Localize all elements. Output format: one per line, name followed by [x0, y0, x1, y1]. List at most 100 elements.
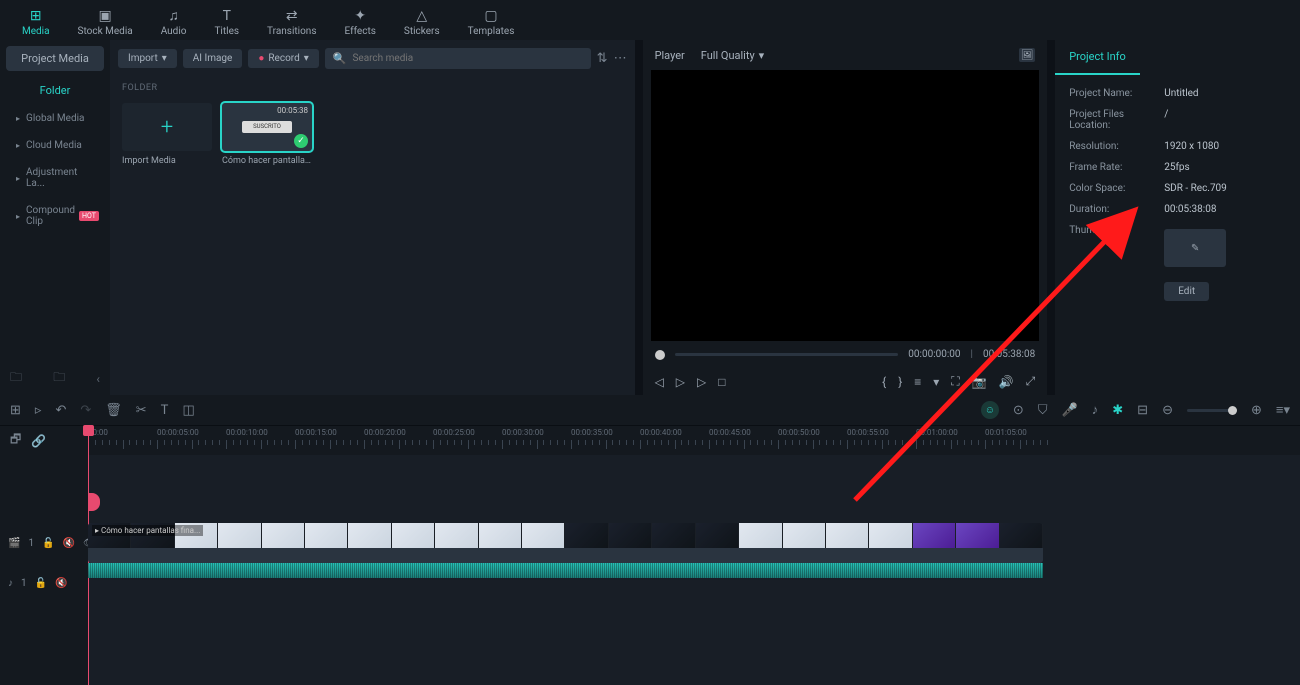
- tab-templates[interactable]: ▢Templates: [454, 4, 529, 40]
- sidebar-compound-clip[interactable]: Compound Clip: [6, 198, 104, 234]
- folder-add-icon[interactable]: 🗀: [10, 368, 22, 389]
- tracks-area[interactable]: ▸ Cómo hacer pantallas fina...: [88, 455, 1300, 685]
- info-value: 25fps: [1164, 162, 1190, 173]
- camera-icon[interactable]: 📷: [972, 375, 987, 389]
- player-label: Player: [655, 49, 685, 62]
- check-icon: ✓: [294, 134, 308, 148]
- project-info-tab[interactable]: Project Info: [1055, 40, 1140, 75]
- project-info-panel: Project Info Project Name:Untitled Proje…: [1055, 40, 1300, 395]
- chevron-down-icon: ▾: [759, 49, 765, 62]
- folder-icon[interactable]: 🗀: [53, 368, 65, 389]
- titles-icon: T: [218, 8, 236, 24]
- speed-icon[interactable]: ⊙: [1013, 403, 1024, 418]
- top-tab-bar: ⊞Media ▣Stock Media ♫Audio TTitles ⇄Tran…: [0, 0, 1300, 40]
- adjust-icon[interactable]: ⊟: [1137, 403, 1148, 418]
- thumbnail-edit-box[interactable]: ✎: [1164, 229, 1226, 267]
- media-browser: Import▾ AI Image ●Record▾ 🔍 ⇅ ⋯ FOLDER +…: [110, 40, 635, 395]
- current-time: 00:00:00:00: [908, 349, 960, 360]
- cut-icon[interactable]: ✂: [136, 403, 147, 418]
- ai-image-button[interactable]: AI Image: [183, 49, 243, 68]
- sidebar-adjustment-layer[interactable]: Adjustment La...: [6, 160, 104, 196]
- fullscreen-icon[interactable]: ⛶: [951, 374, 959, 389]
- video-viewport[interactable]: [651, 70, 1040, 341]
- edit-button[interactable]: Edit: [1164, 282, 1209, 301]
- audio-waveform[interactable]: [88, 563, 1043, 578]
- sidebar-global-media[interactable]: Global Media: [6, 106, 104, 131]
- record-dropdown[interactable]: ●Record▾: [248, 49, 318, 68]
- crop-icon[interactable]: ◫: [182, 403, 194, 418]
- mark-out-icon[interactable]: }: [898, 375, 902, 389]
- import-media-tile[interactable]: + Import Media: [122, 103, 212, 171]
- snapshot-icon[interactable]: 🖼: [1019, 48, 1035, 62]
- more-icon[interactable]: ⋯: [614, 51, 627, 66]
- video-clip[interactable]: ▸ Cómo hacer pantallas fina...: [88, 523, 1043, 563]
- delete-icon[interactable]: 🗑: [105, 403, 122, 418]
- transitions-icon: ⇄: [283, 8, 301, 24]
- tab-audio[interactable]: ♫Audio: [147, 4, 201, 40]
- color-icon[interactable]: ✱: [1112, 403, 1123, 418]
- collapse-icon[interactable]: ‹: [96, 372, 100, 386]
- tab-stock-media[interactable]: ▣Stock Media: [64, 4, 147, 40]
- media-sidebar: Project Media Folder Global Media Cloud …: [0, 40, 110, 395]
- folder-link[interactable]: Folder: [0, 77, 110, 104]
- view-options-icon[interactable]: ≡▾: [1276, 402, 1290, 418]
- import-dropdown[interactable]: Import▾: [118, 49, 177, 68]
- timeline-header: 🗗 🔗 00:0000:00:05:0000:00:10:0000:00:15:…: [0, 425, 1300, 455]
- plus-icon: +: [161, 115, 173, 140]
- scrub-track[interactable]: [675, 353, 899, 356]
- pencil-icon: ✎: [1191, 243, 1199, 254]
- sidebar-cloud-media[interactable]: Cloud Media: [6, 133, 104, 158]
- effects-icon: ✦: [351, 8, 369, 24]
- play-pause-icon[interactable]: ▷: [676, 375, 685, 389]
- grid-icon[interactable]: ⊞: [10, 403, 21, 418]
- tab-effects[interactable]: ✦Effects: [331, 4, 390, 40]
- in-marker[interactable]: [88, 493, 100, 511]
- chevron-down-icon[interactable]: ▾: [933, 375, 939, 389]
- folder-header: FOLDER: [118, 77, 627, 99]
- zoom-out-icon[interactable]: ⊖: [1162, 403, 1173, 418]
- info-key: Project Files Location:: [1069, 109, 1164, 131]
- volume-icon[interactable]: 🔊: [999, 375, 1014, 389]
- prev-frame-icon[interactable]: ◁: [655, 375, 664, 389]
- media-clip-tile[interactable]: 00:05:38 SUSCRITO ✓ Cómo hacer pantallas…: [222, 103, 312, 171]
- audio-icon: ♫: [165, 8, 183, 24]
- smiley-icon[interactable]: ☺: [981, 401, 999, 419]
- mark-in-icon[interactable]: {: [882, 375, 886, 389]
- video-track-head[interactable]: 🎬1 🔓 🔇 👁: [0, 523, 88, 563]
- zoom-slider[interactable]: [1187, 409, 1237, 412]
- tab-titles[interactable]: TTitles: [200, 4, 253, 40]
- filter-icon[interactable]: ⇅: [597, 51, 608, 66]
- tab-transitions[interactable]: ⇄Transitions: [253, 4, 330, 40]
- timeline-ruler[interactable]: 00:0000:00:05:0000:00:10:0000:00:15:0000…: [88, 426, 1300, 455]
- expand-icon[interactable]: ⤢: [1026, 374, 1036, 389]
- scrub-handle[interactable]: [655, 350, 665, 360]
- mute-icon[interactable]: 🔇: [55, 578, 67, 589]
- quality-dropdown[interactable]: Full Quality▾: [701, 49, 764, 62]
- track-headers: 🎬1 🔓 🔇 👁 ♪1 🔓 🔇: [0, 455, 88, 685]
- tab-stickers[interactable]: △Stickers: [390, 4, 454, 40]
- project-media-button[interactable]: Project Media: [6, 46, 104, 71]
- undo-icon[interactable]: ↶: [55, 403, 66, 418]
- stop-icon[interactable]: □: [718, 375, 725, 389]
- player-panel: Player Full Quality▾ 🖼 00:00:00:00 | 00:…: [643, 40, 1048, 395]
- shield-icon[interactable]: ⛉: [1038, 403, 1048, 418]
- markers-icon[interactable]: ≡: [914, 375, 921, 389]
- music-icon[interactable]: ♪: [1092, 402, 1099, 418]
- cursor-icon[interactable]: ▹: [35, 403, 42, 418]
- info-value: SDR - Rec.709: [1164, 183, 1227, 194]
- text-icon[interactable]: T: [161, 403, 169, 418]
- audio-track-head[interactable]: ♪1 🔓 🔇: [0, 563, 88, 603]
- redo-icon[interactable]: ↷: [80, 403, 91, 418]
- info-key: Resolution:: [1069, 141, 1164, 152]
- play-icon[interactable]: ▷: [697, 375, 706, 389]
- search-media-input[interactable]: 🔍: [325, 48, 591, 69]
- zoom-in-icon[interactable]: ⊕: [1251, 403, 1262, 418]
- chain-icon[interactable]: 🔗: [31, 434, 46, 448]
- lock-icon[interactable]: 🔓: [35, 578, 47, 589]
- lock-icon[interactable]: 🔓: [42, 538, 54, 549]
- mic-icon[interactable]: 🎤: [1062, 403, 1078, 418]
- tab-media[interactable]: ⊞Media: [8, 4, 64, 40]
- chevron-down-icon: ▾: [162, 53, 167, 64]
- mute-icon[interactable]: 🔇: [63, 538, 75, 549]
- link-icon[interactable]: 🗗: [10, 430, 21, 451]
